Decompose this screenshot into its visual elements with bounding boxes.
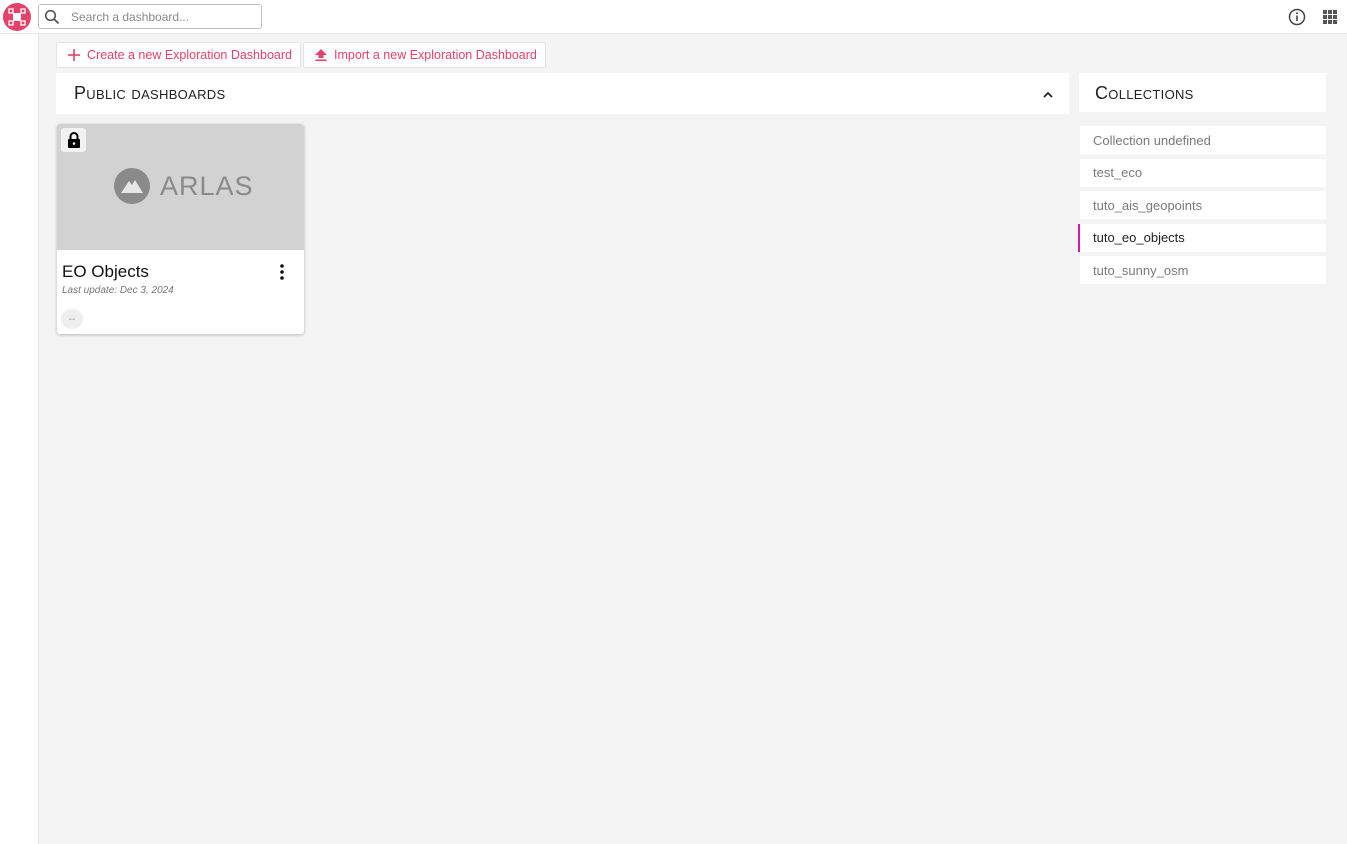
left-sidebar <box>0 34 39 844</box>
import-dashboard-label: Import a new Exploration Dashboard <box>333 48 537 62</box>
arlas-logo-button[interactable] <box>3 3 31 31</box>
public-dashboards-title: Public dashboards <box>74 83 226 103</box>
create-dashboard-button[interactable]: Create a new Exploration Dashboard <box>56 42 301 68</box>
collection-item[interactable]: test_eco <box>1080 158 1326 187</box>
search-icon <box>41 6 63 28</box>
apps-grid-icon <box>1323 10 1337 24</box>
chevron-up-icon <box>1043 91 1053 98</box>
more-vert-icon <box>280 264 284 280</box>
lock-badge <box>61 128 86 152</box>
plus-icon <box>68 49 80 61</box>
collection-label: tuto_sunny_osm <box>1093 262 1189 278</box>
import-dashboard-button[interactable]: Import a new Exploration Dashboard <box>302 42 546 68</box>
dashboard-last-update: Last update: Dec 3, 2024 <box>62 285 174 296</box>
arlas-brand: ARLAS <box>114 168 254 204</box>
collections-list: Collection undefined test_eco tuto_ais_g… <box>1078 126 1326 289</box>
apps-button[interactable] <box>1322 9 1338 25</box>
collections-header: Collections <box>1079 73 1326 112</box>
create-dashboard-label: Create a new Exploration Dashboard <box>87 48 292 62</box>
collapse-button[interactable] <box>1040 87 1056 103</box>
collection-item[interactable]: Collection undefined <box>1080 126 1326 154</box>
upload-icon <box>314 49 327 62</box>
top-bar <box>0 0 1347 34</box>
dashboard-menu-button[interactable] <box>274 262 290 282</box>
public-dashboards-header: Public dashboards <box>56 73 1069 114</box>
collection-label: tuto_ais_geopoints <box>1093 197 1203 213</box>
collection-item-active[interactable]: tuto_eo_objects <box>1078 223 1326 252</box>
info-icon <box>1288 8 1306 26</box>
collection-label: Collection undefined <box>1093 132 1211 148</box>
action-bar: Create a new Exploration Dashboard Impor… <box>56 42 546 68</box>
info-button[interactable] <box>1288 8 1306 26</box>
dashboard-title: EO Objects <box>62 262 149 281</box>
arlas-wordmark: ARLAS <box>160 170 254 201</box>
lock-icon <box>67 132 80 148</box>
collection-item[interactable]: tuto_sunny_osm <box>1080 256 1326 285</box>
arlas-mountain-icon <box>114 168 150 204</box>
search-box <box>38 4 262 29</box>
search-input[interactable] <box>69 8 253 25</box>
collection-label: test_eco <box>1093 165 1143 181</box>
dashboard-chip[interactable]: -- <box>61 309 83 329</box>
arlas-network-icon <box>8 8 26 26</box>
collections-title: Collections <box>1095 83 1194 103</box>
dashboard-card[interactable]: ARLAS EO Objects Last update: Dec 3, 202… <box>57 124 304 334</box>
collection-label: tuto_eo_objects <box>1093 230 1185 246</box>
collection-item[interactable]: tuto_ais_geopoints <box>1080 191 1326 220</box>
dashboard-preview: ARLAS <box>57 124 304 250</box>
